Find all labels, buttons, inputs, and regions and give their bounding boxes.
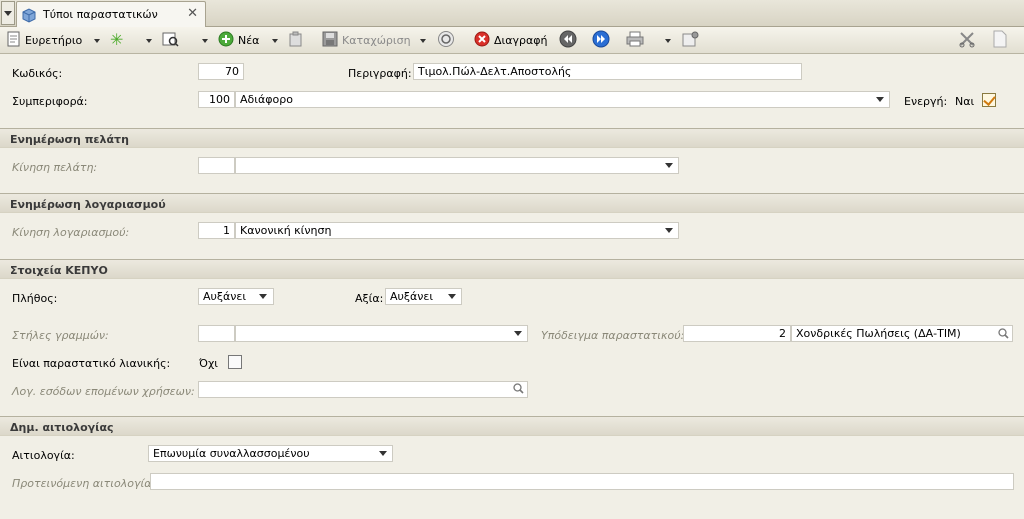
future-income-field[interactable] <box>198 381 528 398</box>
print-button[interactable] <box>626 30 644 50</box>
kepyo-section-header: Στοιχεία ΚΕΠΥΟ <box>0 259 1024 279</box>
paste-button[interactable] <box>288 30 304 50</box>
tab-menu-button[interactable] <box>1 1 15 25</box>
description-field[interactable]: Τιμολ.Πώλ-Δελτ.Αποστολής <box>413 63 802 80</box>
behavior-label: Συμπεριφορά: <box>12 95 88 108</box>
retail-value: Όχι <box>199 357 219 370</box>
index-button[interactable]: Ευρετήριο <box>7 30 82 50</box>
reason-combo[interactable]: Επωνυμία συναλλασσομένου <box>148 445 393 462</box>
tab-document-types[interactable]: Τύποι παραστατικών ✕ <box>16 1 206 27</box>
find-icon <box>162 31 180 50</box>
next-button[interactable] <box>592 30 610 50</box>
line-columns-label: Στήλες γραμμών: <box>12 329 109 342</box>
close-icon[interactable]: ✕ <box>187 6 198 21</box>
favorites-button[interactable]: ✳ <box>110 30 123 50</box>
search-icon[interactable] <box>998 328 1009 339</box>
customer-movement-label: Κίνηση πελάτη: <box>12 161 98 174</box>
previous-button[interactable] <box>559 30 577 50</box>
cut-button[interactable] <box>958 30 976 50</box>
new-dropdown-icon[interactable] <box>272 39 278 43</box>
find-button[interactable] <box>162 30 180 50</box>
rewind-icon <box>559 30 577 51</box>
find-dropdown-icon[interactable] <box>202 39 208 43</box>
plus-icon <box>218 31 234 50</box>
settings-button[interactable] <box>682 30 700 50</box>
doc-template-code[interactable]: 2 <box>683 325 791 342</box>
value-label: Αξία: <box>355 292 384 305</box>
delete-icon <box>474 31 490 50</box>
delete-button[interactable]: Διαγραφή <box>474 30 547 50</box>
account-movement-code[interactable]: 1 <box>198 222 235 239</box>
account-movement-combo[interactable]: Κανονική κίνηση <box>235 222 679 239</box>
index-dropdown-icon[interactable] <box>94 39 100 43</box>
clipboard-icon <box>288 31 304 50</box>
tools-icon <box>682 31 700 50</box>
behavior-code-field[interactable]: 100 <box>198 91 235 108</box>
save-button[interactable]: Καταχώριση <box>322 30 411 50</box>
future-income-label: Λογ. εσόδων επομένων χρήσεων: <box>12 385 195 398</box>
suggested-reason-field[interactable] <box>150 473 1014 490</box>
account-movement-label: Κίνηση λογαριασμού: <box>12 226 130 239</box>
doc-template-label: Υπόδειγμα παραστατικού: <box>541 329 685 342</box>
active-label: Ενεργή: <box>904 95 948 108</box>
save-icon <box>322 31 338 50</box>
active-value: Ναι <box>955 95 975 108</box>
printer-icon <box>626 31 644 50</box>
page-icon <box>992 30 1008 51</box>
chevron-down-icon[interactable] <box>379 451 387 456</box>
code-label: Κωδικός: <box>12 67 63 80</box>
customer-movement-combo[interactable] <box>235 157 679 174</box>
doc-template-field[interactable]: Χονδρικές Πωλήσεις (ΔΑ-ΤΙΜ) <box>791 325 1013 342</box>
refresh-button[interactable] <box>437 30 455 50</box>
document-icon <box>7 31 21 50</box>
new-button[interactable]: Νέα <box>218 30 259 50</box>
scissors-icon <box>958 30 976 51</box>
account-section-header: Ενημέρωση λογαριασμού <box>0 193 1024 213</box>
chevron-down-icon <box>4 10 12 16</box>
customer-section-header: Ενημέρωση πελάτη <box>0 128 1024 148</box>
customer-movement-code[interactable] <box>198 157 235 174</box>
refresh-icon <box>437 30 455 51</box>
tab-title: Τύποι παραστατικών <box>43 8 158 21</box>
print-dropdown-icon[interactable] <box>665 39 671 43</box>
star-icon: ✳ <box>110 30 124 49</box>
reason-section-header: Δημ. αιτιολογίας <box>0 416 1024 436</box>
save-dropdown-icon[interactable] <box>420 39 426 43</box>
fast-forward-icon <box>592 30 610 51</box>
search-icon[interactable] <box>513 383 524 394</box>
chevron-down-icon[interactable] <box>514 331 522 336</box>
code-field[interactable]: 70 <box>198 63 244 80</box>
cube-icon <box>21 7 37 26</box>
toolbar: Ευρετήριο ✳ Νέα Καταχώριση Διαγραφή <box>0 27 1024 54</box>
behavior-combo[interactable]: Αδιάφορο <box>235 91 890 108</box>
favorites-dropdown-icon[interactable] <box>146 39 152 43</box>
tab-strip: Τύποι παραστατικών ✕ <box>0 0 1024 27</box>
chevron-down-icon[interactable] <box>876 97 884 102</box>
suggested-reason-label: Προτεινόμενη αιτιολογία: <box>12 477 156 490</box>
description-label: Περιγραφή: <box>348 67 412 80</box>
line-columns-code[interactable] <box>198 325 235 342</box>
line-columns-combo[interactable] <box>235 325 528 342</box>
reason-label: Αιτιολογία: <box>12 449 75 462</box>
chevron-down-icon[interactable] <box>665 163 673 168</box>
retail-checkbox[interactable] <box>228 355 242 369</box>
chevron-down-icon[interactable] <box>448 294 456 299</box>
quantity-label: Πλήθος: <box>12 292 58 305</box>
retail-label: Είναι παραστατικό λιανικής: <box>12 357 171 370</box>
chevron-down-icon[interactable] <box>259 294 267 299</box>
chevron-down-icon[interactable] <box>665 228 673 233</box>
active-checkbox[interactable] <box>982 93 996 107</box>
copy-button[interactable] <box>992 30 1008 50</box>
